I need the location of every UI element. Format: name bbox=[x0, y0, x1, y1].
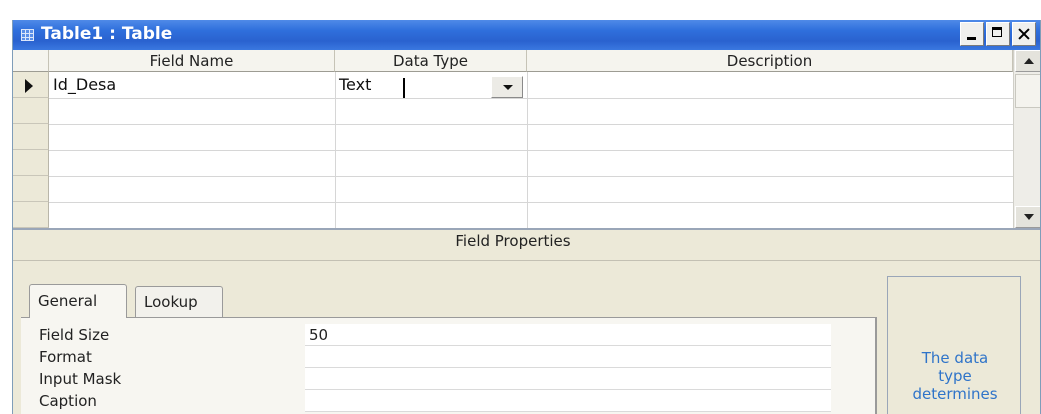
row-selector[interactable] bbox=[13, 202, 49, 228]
description-header: Description bbox=[527, 50, 1013, 72]
data-type-dropdown-button[interactable] bbox=[491, 76, 523, 98]
scroll-thumb[interactable] bbox=[1015, 74, 1040, 108]
field-grid: Field Name Data Type Description Id_Desa… bbox=[13, 50, 1040, 230]
field-properties-title: Field Properties bbox=[455, 232, 571, 250]
property-row: Format bbox=[21, 346, 831, 368]
input-mask-label: Input Mask bbox=[39, 370, 122, 388]
scroll-up-button[interactable] bbox=[1015, 50, 1040, 72]
row-selector[interactable] bbox=[13, 98, 49, 124]
grid-line bbox=[49, 98, 1013, 99]
title-bar[interactable]: Table1 : Table bbox=[13, 20, 1040, 50]
text-caret bbox=[403, 78, 405, 98]
tab-lookup[interactable]: Lookup bbox=[135, 286, 223, 318]
property-row: Caption bbox=[21, 390, 831, 412]
tab-general[interactable]: General bbox=[29, 284, 127, 318]
row-selector[interactable] bbox=[13, 124, 49, 150]
grid-line bbox=[49, 202, 1013, 203]
field-size-label: Field Size bbox=[39, 326, 110, 344]
property-row: Field Size 50 bbox=[21, 324, 831, 346]
grid-scrollbar[interactable] bbox=[1013, 50, 1040, 228]
table-design-window: Table1 : Table Field Name Data Type Desc… bbox=[12, 20, 1041, 414]
help-text: The data type determines bbox=[912, 349, 998, 403]
row-selector-column bbox=[13, 72, 49, 228]
field-size-input[interactable]: 50 bbox=[305, 324, 831, 346]
close-button[interactable] bbox=[1012, 22, 1036, 46]
maximize-button[interactable] bbox=[986, 22, 1010, 46]
grid-line bbox=[49, 150, 1013, 151]
help-box: The data type determines bbox=[887, 276, 1021, 414]
data-type-header: Data Type bbox=[335, 50, 527, 72]
scroll-down-button[interactable] bbox=[1015, 206, 1040, 228]
selector-header bbox=[13, 50, 49, 72]
input-mask-input[interactable] bbox=[305, 368, 831, 390]
format-label: Format bbox=[39, 348, 92, 366]
caption-input[interactable] bbox=[305, 390, 831, 412]
description-cell[interactable] bbox=[527, 72, 1013, 98]
field-name-header: Field Name bbox=[49, 50, 335, 72]
window-title: Table1 : Table bbox=[41, 24, 173, 44]
field-name-cell[interactable]: Id_Desa bbox=[49, 72, 335, 98]
grid-line bbox=[49, 176, 1013, 177]
minimize-button[interactable] bbox=[960, 22, 984, 46]
row-selector[interactable] bbox=[13, 150, 49, 176]
general-properties-panel: Field Size 50 Format Input Mask Caption bbox=[21, 317, 877, 414]
current-row-arrow-icon bbox=[25, 79, 33, 93]
table-icon bbox=[21, 29, 34, 41]
grid-header: Field Name Data Type Description bbox=[13, 50, 1013, 72]
row-selector[interactable] bbox=[13, 176, 49, 202]
grid-line bbox=[49, 124, 1013, 125]
property-row: Input Mask bbox=[21, 368, 831, 390]
row-selector[interactable] bbox=[13, 72, 49, 98]
data-type-cell[interactable]: Text bbox=[335, 72, 491, 98]
format-input[interactable] bbox=[305, 346, 831, 368]
caption-label: Caption bbox=[39, 392, 97, 410]
